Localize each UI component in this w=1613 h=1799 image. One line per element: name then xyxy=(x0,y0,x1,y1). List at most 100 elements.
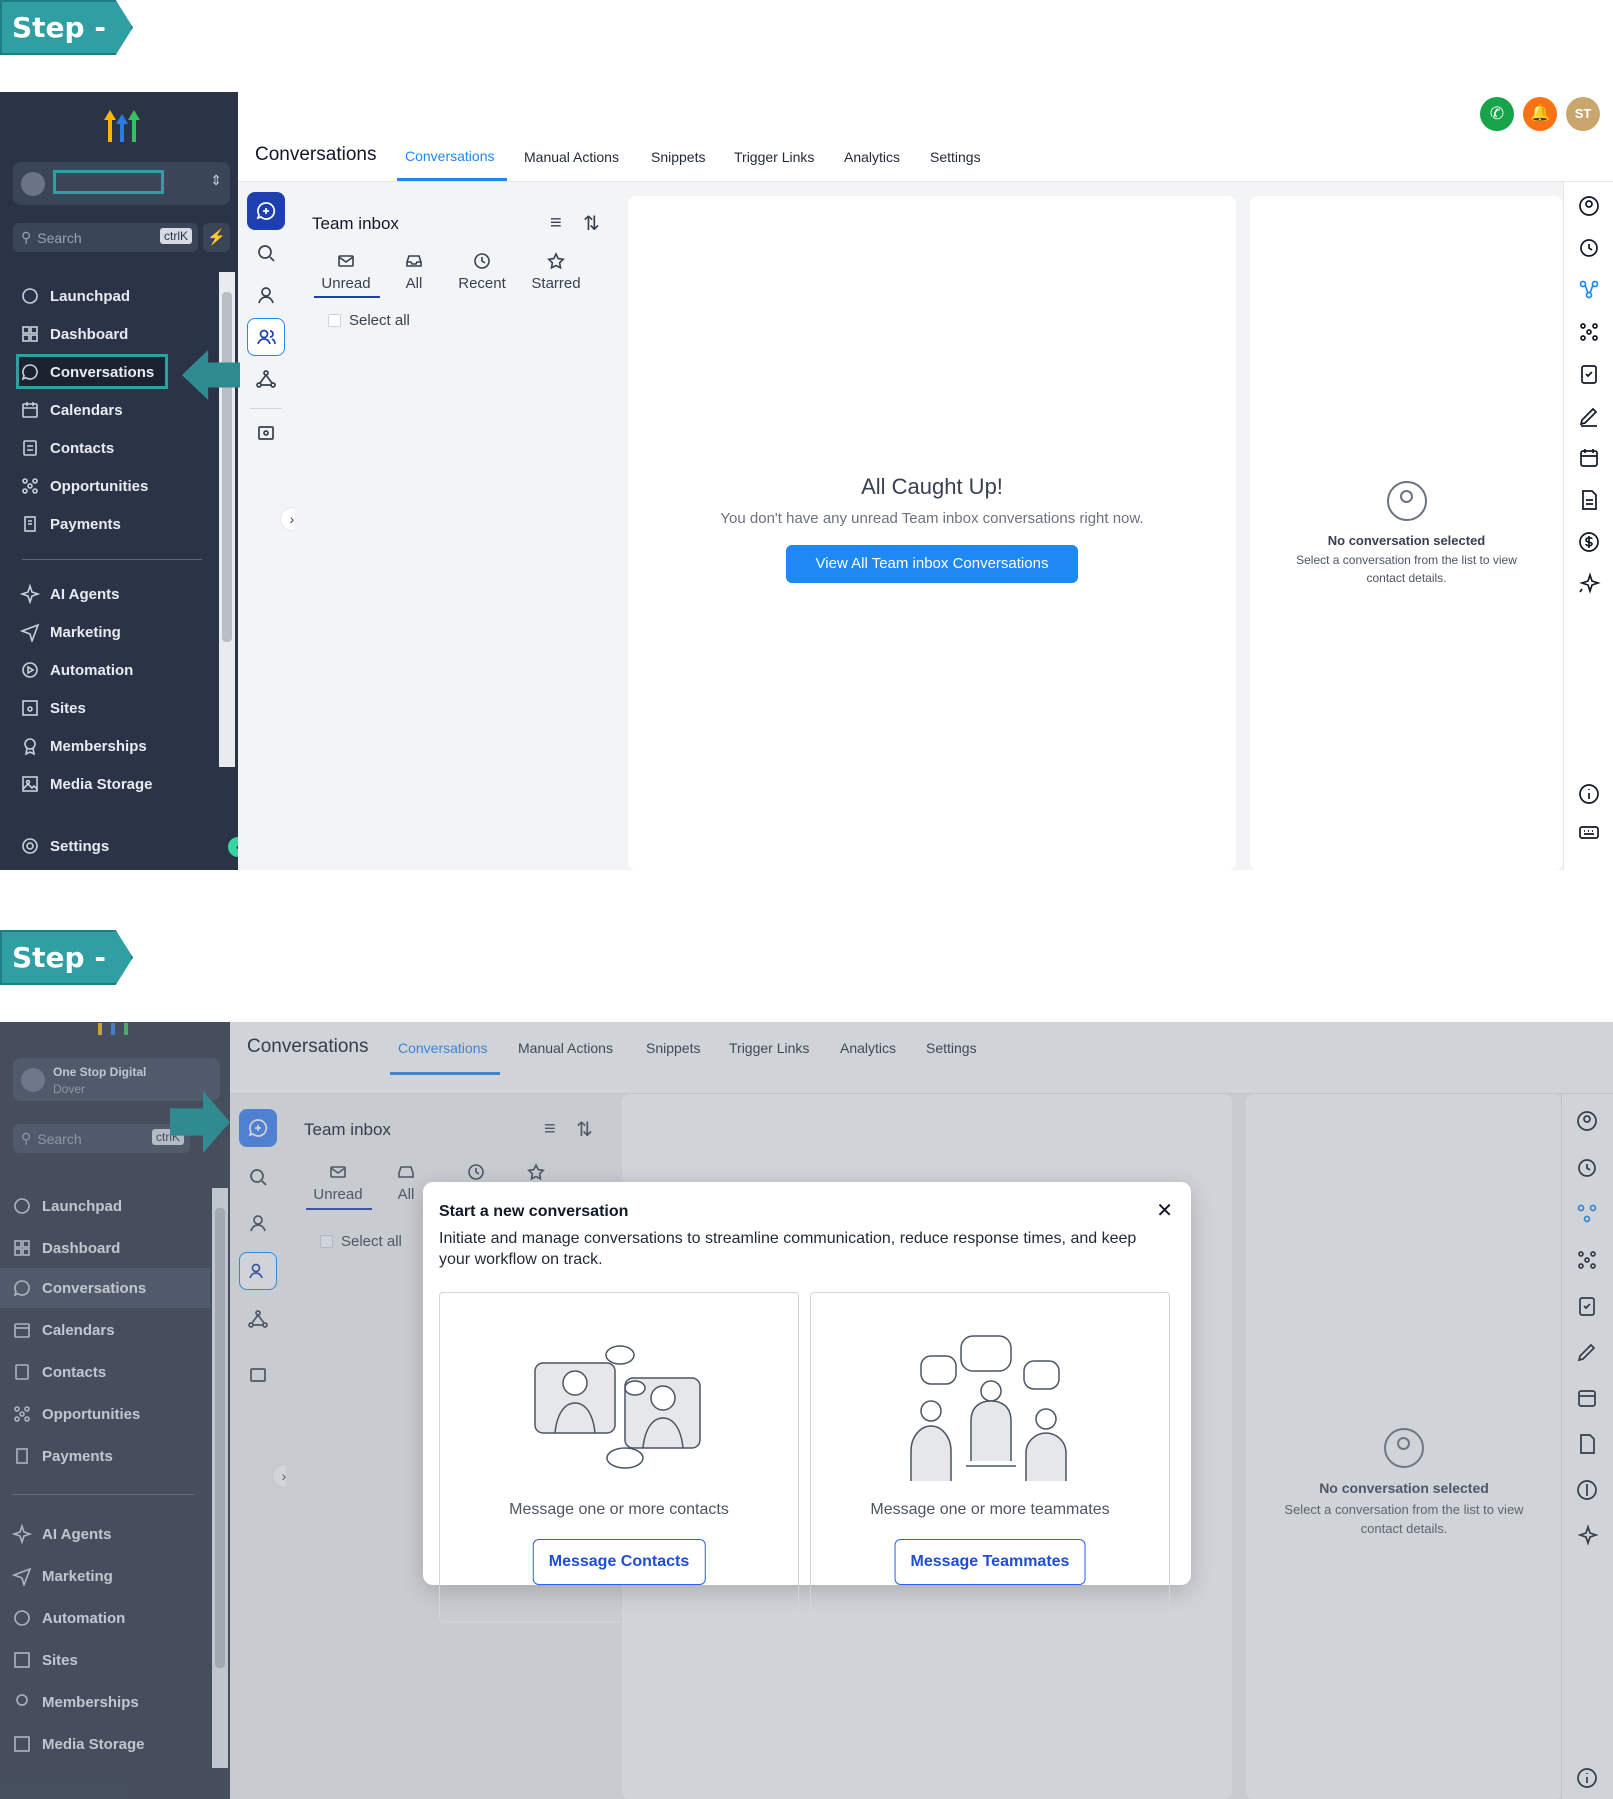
filter-active-indicator xyxy=(314,296,380,298)
document-icon[interactable] xyxy=(1577,488,1601,512)
sidebar-item-launchpad[interactable]: Launchpad xyxy=(20,282,130,310)
calendar-icon[interactable] xyxy=(1577,446,1601,470)
sidebar-item-ai-agents[interactable]: AI Agents xyxy=(20,580,119,608)
teammates-illustration-icon xyxy=(910,1335,1067,1481)
sidebar-item-media-storage[interactable]: Media Storage xyxy=(20,770,153,798)
sparkle-icon[interactable] xyxy=(1577,572,1601,596)
filter-all[interactable]: All xyxy=(394,251,434,292)
inbox-title: Team inbox xyxy=(312,214,399,233)
sidebar-item-marketing[interactable]: Marketing xyxy=(20,618,121,646)
automation-icon xyxy=(22,662,38,678)
search-placeholder: Search xyxy=(37,229,82,246)
sort-icon[interactable]: ⇅ xyxy=(583,211,600,236)
filter-label: Starred xyxy=(531,275,581,292)
sidebar-item-label: Opportunities xyxy=(50,477,149,495)
sidebar-item-payments[interactable]: Payments xyxy=(20,510,121,538)
filter-label: All xyxy=(405,275,423,292)
sidebar-divider xyxy=(22,559,202,560)
step-1-badge: Step - 1 xyxy=(0,0,133,55)
rail-my-inbox-button[interactable] xyxy=(247,276,285,314)
tasks-icon[interactable] xyxy=(1577,362,1601,386)
empty-message: You don't have any unread Team inbox con… xyxy=(720,510,1144,527)
account-switcher[interactable]: ⇕ xyxy=(13,162,230,205)
account-name-redacted xyxy=(53,170,164,194)
pen-icon[interactable] xyxy=(1577,404,1601,428)
sidebar-item-contacts[interactable]: Contacts xyxy=(20,434,114,462)
new-conversation-button[interactable] xyxy=(247,192,285,230)
workflow-icon[interactable] xyxy=(1577,278,1601,302)
sidebar-item-label: Calendars xyxy=(50,401,123,419)
message-contacts-card[interactable]: Message one or more contacts Message Con… xyxy=(439,1292,799,1622)
new-conversation-modal: Start a new conversation ✕ Initiate and … xyxy=(423,1182,1191,1622)
sidebar: ⇕ ⚲ Search ctrlK ⚡ Launchpad Dashboard C… xyxy=(0,92,248,870)
select-all-checkbox[interactable] xyxy=(328,314,341,327)
sidebar-item-memberships[interactable]: Memberships xyxy=(20,732,147,760)
view-all-button[interactable]: View All Team inbox Conversations xyxy=(786,545,1078,583)
contact-icon[interactable] xyxy=(1577,194,1601,218)
tab-conversations[interactable]: Conversations xyxy=(405,148,495,164)
sidebar-item-label: Payments xyxy=(50,515,121,533)
modal-description: Initiate and manage conversations to str… xyxy=(439,1230,1137,1268)
logo-icon xyxy=(100,106,144,144)
modal-title: Start a new conversation xyxy=(439,1203,629,1220)
tab-settings[interactable]: Settings xyxy=(930,149,981,165)
sidebar-search[interactable]: ⚲ Search ctrlK xyxy=(13,223,198,252)
contacts-illustration-icon xyxy=(534,1345,701,1469)
phone-icon[interactable]: ✆ xyxy=(1480,97,1514,131)
sidebar-item-label: Sites xyxy=(50,699,86,717)
tab-manual-actions[interactable]: Manual Actions xyxy=(524,149,619,165)
opportunities-icon[interactable] xyxy=(1577,320,1601,344)
sidebar-item-label: Contacts xyxy=(50,439,115,457)
sidebar-scrollbar[interactable] xyxy=(219,272,235,767)
history-icon[interactable] xyxy=(1577,236,1601,260)
rail-archive-button[interactable] xyxy=(247,414,285,452)
quick-action-bolt-icon[interactable]: ⚡ xyxy=(203,223,230,252)
rail-divider xyxy=(250,408,282,409)
opportunities-icon xyxy=(22,478,38,494)
filter-icon[interactable]: ≡ xyxy=(550,212,562,235)
sidebar-item-label: Media Storage xyxy=(50,775,153,793)
tab-trigger-links[interactable]: Trigger Links xyxy=(734,149,814,165)
active-tab-indicator xyxy=(397,178,507,181)
calendar-icon xyxy=(22,402,38,418)
chevron-updown-icon: ⇕ xyxy=(210,172,222,188)
scrollbar-thumb[interactable] xyxy=(222,292,232,642)
page-title: Conversations xyxy=(255,144,377,165)
image-icon xyxy=(22,776,38,792)
keyboard-icon[interactable] xyxy=(1577,820,1601,844)
rail-team-inbox-button[interactable] xyxy=(247,318,285,356)
info-icon[interactable] xyxy=(1577,782,1601,806)
message-contacts-button[interactable]: Message Contacts xyxy=(532,1539,706,1585)
sidebar-item-dashboard[interactable]: Dashboard xyxy=(20,320,128,348)
message-teammates-card[interactable]: Message one or more teammates Message Te… xyxy=(810,1292,1170,1622)
close-icon[interactable]: ✕ xyxy=(1156,1198,1173,1223)
message-teammates-button[interactable]: Message Teammates xyxy=(894,1539,1086,1585)
sidebar-item-calendars[interactable]: Calendars xyxy=(20,396,123,424)
empty-title: All Caught Up! xyxy=(861,474,1003,499)
rail-search-button[interactable] xyxy=(247,234,285,272)
filter-starred[interactable]: Starred xyxy=(526,251,586,292)
tab-snippets[interactable]: Snippets xyxy=(651,149,705,165)
sidebar-item-automation[interactable]: Automation xyxy=(20,656,133,684)
chat-plus-icon xyxy=(256,202,276,220)
chat-icon xyxy=(21,364,38,381)
card-caption: Message one or more contacts xyxy=(509,1501,729,1518)
sidebar-item-settings[interactable]: Settings xyxy=(20,832,109,860)
user-icon xyxy=(258,287,274,304)
tab-analytics[interactable]: Analytics xyxy=(844,149,900,165)
contact-avatar-icon xyxy=(1387,481,1427,521)
inbox-icon xyxy=(406,255,422,267)
sidebar-item-opportunities[interactable]: Opportunities xyxy=(20,472,148,500)
rail-workflow-button[interactable] xyxy=(247,360,285,398)
sidebar-item-conversations[interactable]: Conversations xyxy=(20,358,154,386)
grid-icon xyxy=(22,326,38,342)
avatar[interactable]: ST xyxy=(1566,97,1600,131)
sidebar-item-label: Marketing xyxy=(50,623,121,641)
search-icon: ⚲ xyxy=(21,229,32,245)
filter-recent[interactable]: Recent xyxy=(452,251,512,292)
bell-icon[interactable]: 🔔 xyxy=(1523,97,1557,131)
filter-unread[interactable]: Unread xyxy=(316,251,376,292)
sidebar-item-sites[interactable]: Sites xyxy=(20,694,86,722)
dollar-icon[interactable] xyxy=(1577,530,1601,554)
no-conversation-message: Select a conversation from the list to v… xyxy=(1296,553,1517,585)
